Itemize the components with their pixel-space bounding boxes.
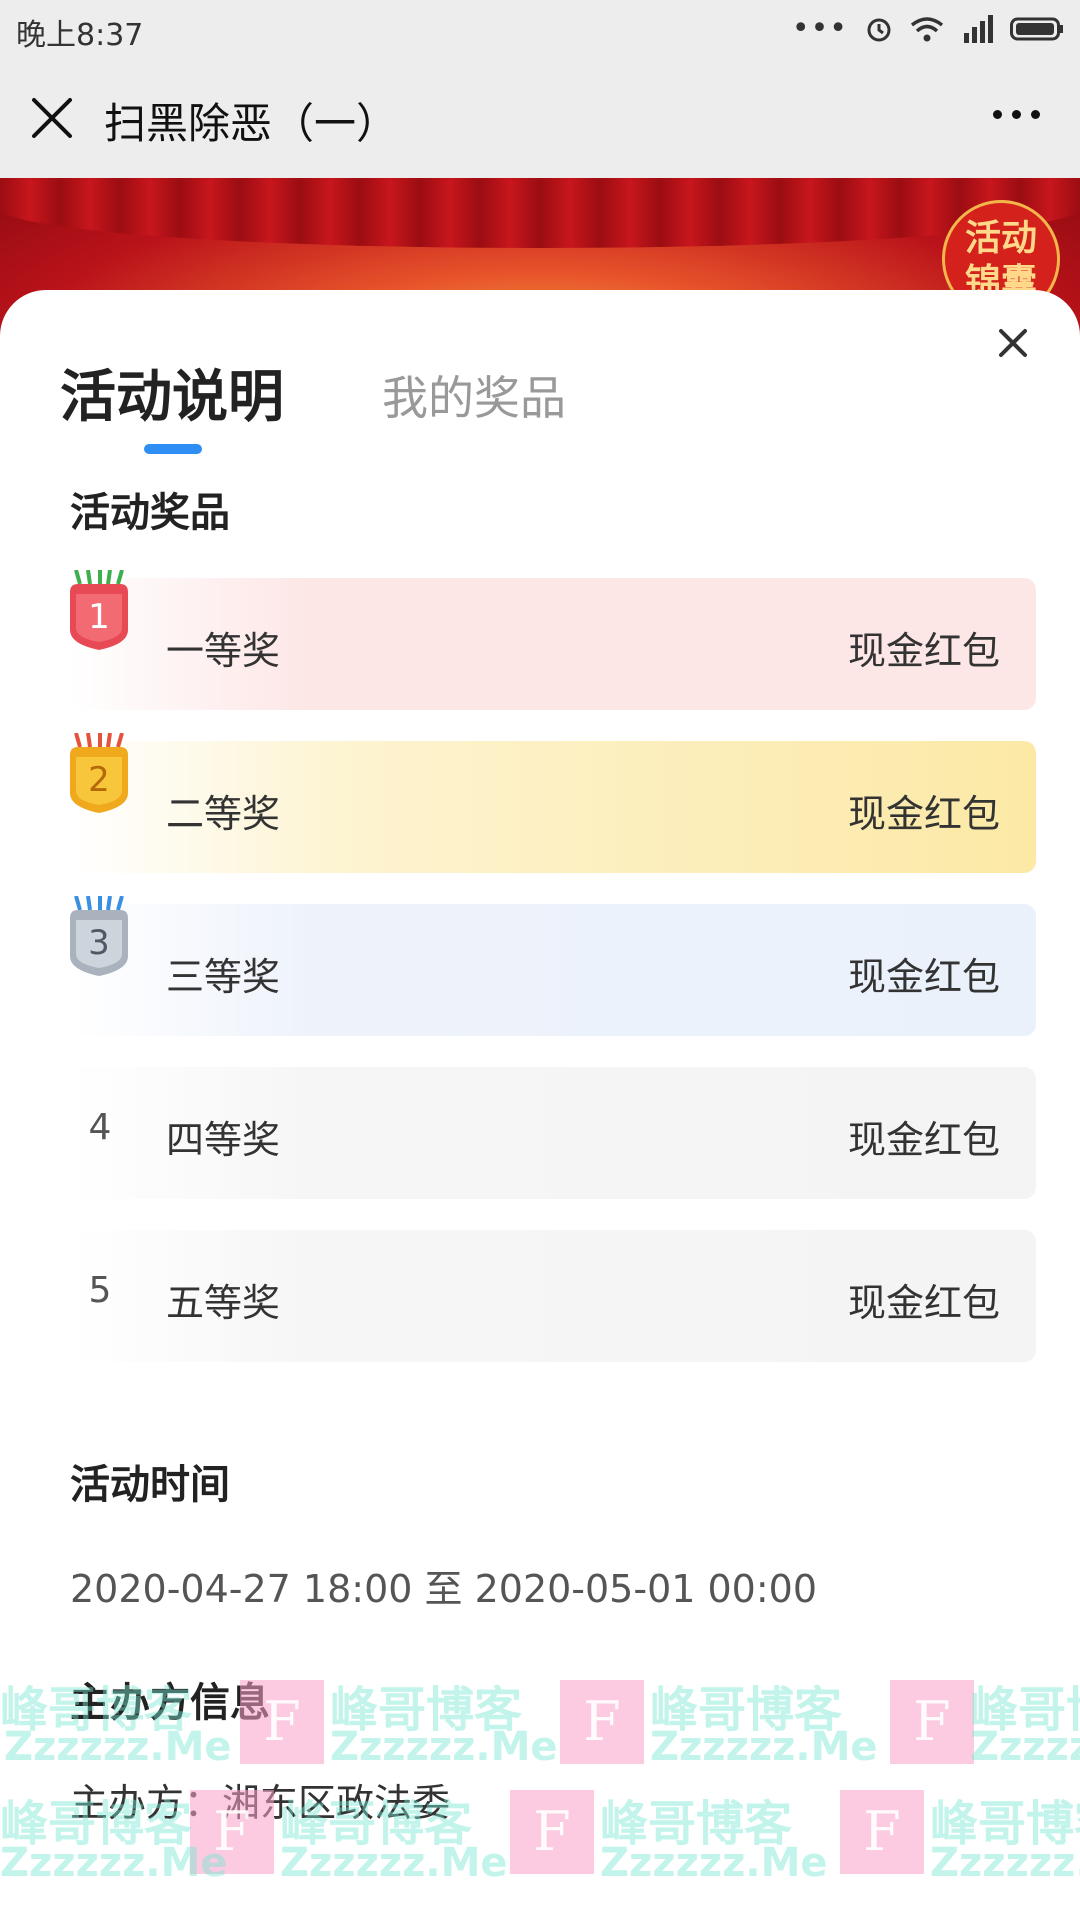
prize-row-2: 2 二等奖 现金红包 (70, 733, 1036, 873)
prize-reward: 现金红包 (847, 955, 1000, 999)
signal-icon (964, 15, 993, 43)
svg-text:1: 1 (88, 597, 110, 637)
prize-rank: 5 (88, 1270, 112, 1311)
more-notifications-icon: ••• (791, 11, 848, 46)
time-section-title: 活动时间 (70, 1462, 230, 1508)
organizer-section-title: 主办方信息 (70, 1680, 270, 1726)
more-options-icon[interactable] (993, 110, 1040, 119)
first-place-medal-icon: 1 (70, 570, 128, 650)
prize-name: 一等奖 (166, 629, 281, 673)
close-page-icon[interactable] (26, 92, 78, 144)
page-title: 扫黑除恶（一） (104, 99, 399, 148)
prize-row-5: 5 五等奖 现金红包 (70, 1230, 1036, 1362)
sheet-close-icon[interactable] (996, 326, 1030, 360)
prize-name: 四等奖 (166, 1118, 281, 1162)
activity-time-range: 2020-04-27 18:00 至 2020-05-01 00:00 (70, 1567, 818, 1611)
prize-reward: 现金红包 (847, 1281, 1000, 1325)
prize-row-1: 1 一等奖 现金红包 (70, 570, 1036, 710)
prizes-section-title: 活动奖品 (70, 490, 230, 536)
prize-reward: 现金红包 (847, 792, 1000, 836)
svg-text:2: 2 (88, 760, 110, 800)
status-time: 晚上8:37 (16, 18, 144, 53)
battery-icon (1010, 17, 1063, 41)
prize-name: 二等奖 (166, 792, 281, 836)
status-bar: 晚上8:37 ••• (0, 0, 1080, 58)
tab-activity-rules[interactable]: 活动说明 (60, 352, 284, 433)
prize-name: 五等奖 (166, 1281, 281, 1325)
prize-row-4: 4 四等奖 现金红包 (70, 1067, 1036, 1199)
prize-rank: 4 (88, 1107, 112, 1148)
prize-reward: 现金红包 (847, 1118, 1000, 1162)
prize-list: 1 一等奖 现金红包 2 二等奖 现金红包 3 三等奖 现金红包 4 四等奖 现… (70, 570, 1036, 1393)
alarm-icon (867, 18, 891, 42)
organizer-info: 主办方：湘东区政法委 (70, 1781, 451, 1825)
prize-name: 三等奖 (166, 955, 281, 999)
svg-text:3: 3 (88, 923, 110, 963)
active-tab-indicator (144, 444, 202, 454)
wifi-icon (910, 17, 944, 42)
status-icons: ••• (792, 10, 1064, 48)
title-bar: 扫黑除恶（一） (0, 58, 1080, 178)
stage-curtain (0, 178, 1080, 248)
third-place-medal-icon: 3 (70, 896, 128, 976)
rules-sheet: 活动说明 我的奖品 活动奖品 1 一等奖 现金红包 2 二等奖 现金红包 3 三… (0, 290, 1080, 1920)
tab-my-prizes[interactable]: 我的奖品 (382, 362, 566, 428)
prize-row-3: 3 三等奖 现金红包 (70, 896, 1036, 1036)
second-place-medal-icon: 2 (70, 733, 128, 813)
prize-reward: 现金红包 (847, 629, 1000, 673)
